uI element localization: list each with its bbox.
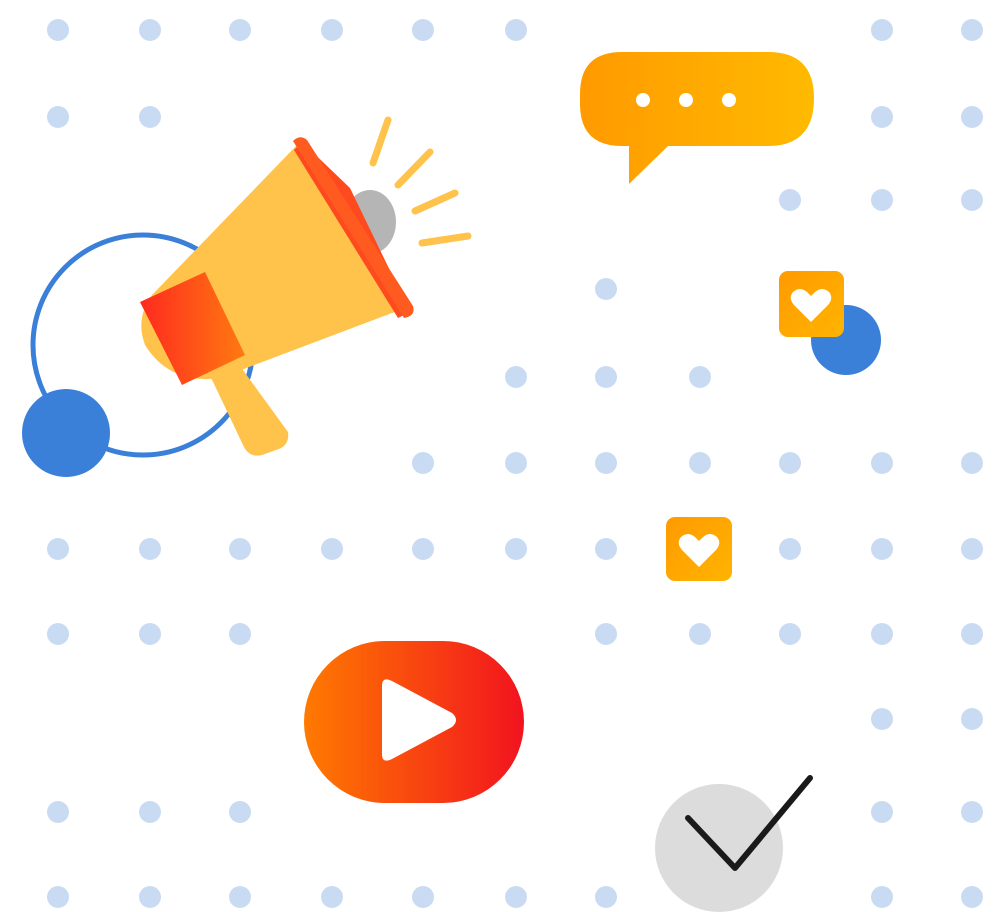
grid-dot (871, 538, 893, 560)
grid-dot (505, 19, 527, 41)
grid-dot (871, 19, 893, 41)
dot-grid-background (47, 19, 983, 908)
grid-dot (47, 623, 69, 645)
grid-dot (321, 19, 343, 41)
grid-dot (47, 538, 69, 560)
grid-dot (961, 452, 983, 474)
grid-dot (229, 801, 251, 823)
grid-dot (871, 189, 893, 211)
grid-dot (961, 708, 983, 730)
grid-dot (779, 452, 801, 474)
grid-dot (505, 366, 527, 388)
grid-dot (229, 538, 251, 560)
typing-dot (679, 93, 693, 107)
typing-dot (636, 93, 650, 107)
grid-dot (47, 106, 69, 128)
grid-dot (779, 623, 801, 645)
grid-dot (321, 886, 343, 908)
grid-dot (961, 19, 983, 41)
grid-dot (961, 538, 983, 560)
grid-dot (505, 452, 527, 474)
grid-dot (47, 886, 69, 908)
grid-dot (412, 538, 434, 560)
grid-dot (139, 886, 161, 908)
grid-dot (412, 19, 434, 41)
grid-dot (689, 623, 711, 645)
megaphone-icon (140, 116, 472, 456)
grid-dot (139, 106, 161, 128)
grid-dot (871, 886, 893, 908)
grid-dot (961, 189, 983, 211)
grid-dot (871, 801, 893, 823)
grid-dot (139, 538, 161, 560)
heart-icon (779, 271, 844, 337)
grid-dot (961, 106, 983, 128)
heart-icon (666, 517, 732, 581)
grid-dot (871, 623, 893, 645)
grid-dot (505, 886, 527, 908)
grid-dot (871, 708, 893, 730)
grid-dot (139, 801, 161, 823)
grid-dot (229, 19, 251, 41)
grid-dot (595, 886, 617, 908)
chat-bubble (580, 52, 814, 184)
grid-dot (505, 538, 527, 560)
grid-dot (871, 106, 893, 128)
grid-dot (47, 19, 69, 41)
typing-dot (722, 93, 736, 107)
grid-dot (689, 452, 711, 474)
checkmark-icon (655, 775, 813, 912)
social-media-illustration (22, 19, 983, 912)
grid-dot (412, 452, 434, 474)
grid-dot (139, 623, 161, 645)
grid-dot (595, 623, 617, 645)
grid-dot (595, 366, 617, 388)
grid-dot (961, 886, 983, 908)
grid-dot (412, 886, 434, 908)
grid-dot (689, 366, 711, 388)
grid-dot (595, 538, 617, 560)
grid-dot (595, 278, 617, 300)
chat-bubble-icon (580, 52, 814, 184)
orbit-node (22, 389, 110, 477)
play-button-icon (304, 641, 524, 803)
grid-dot (229, 886, 251, 908)
grid-dot (779, 189, 801, 211)
grid-dot (961, 623, 983, 645)
grid-dot (139, 19, 161, 41)
grid-dot (595, 452, 617, 474)
grid-dot (47, 801, 69, 823)
grid-dot (961, 801, 983, 823)
grid-dot (871, 452, 893, 474)
grid-dot (321, 538, 343, 560)
grid-dot (779, 538, 801, 560)
grid-dot (229, 623, 251, 645)
